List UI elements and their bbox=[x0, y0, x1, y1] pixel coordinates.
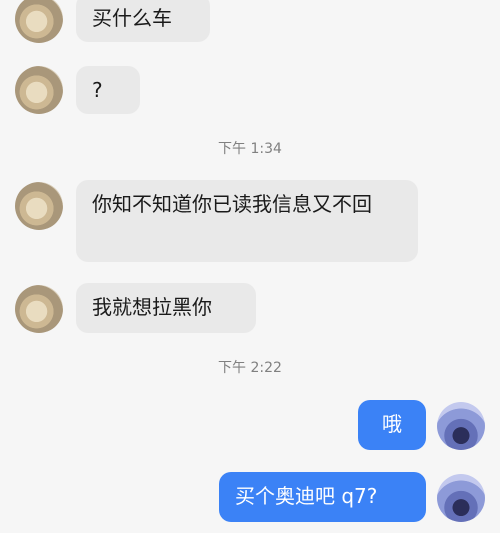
message-row: 你知不知道你已读我信息又不回 bbox=[0, 180, 500, 264]
incoming-message-bubble[interactable]: 你知不知道你已读我信息又不回 bbox=[76, 180, 418, 262]
contact-avatar[interactable] bbox=[15, 285, 63, 333]
incoming-message-bubble[interactable]: 我就想拉黑你 bbox=[76, 283, 256, 333]
incoming-message-bubble[interactable]: 买什么车 bbox=[76, 0, 210, 42]
message-row: 我就想拉黑你 bbox=[0, 283, 500, 335]
incoming-message-bubble[interactable]: ? bbox=[76, 66, 140, 114]
contact-avatar[interactable] bbox=[15, 66, 63, 114]
user-avatar[interactable] bbox=[437, 474, 485, 522]
message-row: 哦 bbox=[0, 400, 500, 450]
message-row: 买个奥迪吧 q7? bbox=[0, 472, 500, 524]
contact-avatar[interactable] bbox=[15, 0, 63, 43]
message-row: 买什么车 bbox=[0, 0, 500, 45]
timestamp: 下午 1:34 bbox=[218, 141, 282, 157]
timestamp: 下午 2:22 bbox=[218, 360, 282, 376]
message-text: 哦 bbox=[382, 412, 402, 436]
message-text: ? bbox=[92, 78, 103, 102]
message-text: 我就想拉黑你 bbox=[92, 295, 212, 319]
contact-avatar[interactable] bbox=[15, 182, 63, 230]
outgoing-message-bubble[interactable]: 哦 bbox=[358, 400, 426, 450]
message-text: 买个奥迪吧 q7? bbox=[235, 484, 378, 508]
outgoing-message-bubble[interactable]: 买个奥迪吧 q7? bbox=[219, 472, 426, 522]
user-avatar[interactable] bbox=[437, 402, 485, 450]
message-row: ? bbox=[0, 66, 500, 116]
message-text: 你知不知道你已读我信息又不回 bbox=[92, 192, 372, 216]
message-text: 买什么车 bbox=[92, 6, 172, 30]
